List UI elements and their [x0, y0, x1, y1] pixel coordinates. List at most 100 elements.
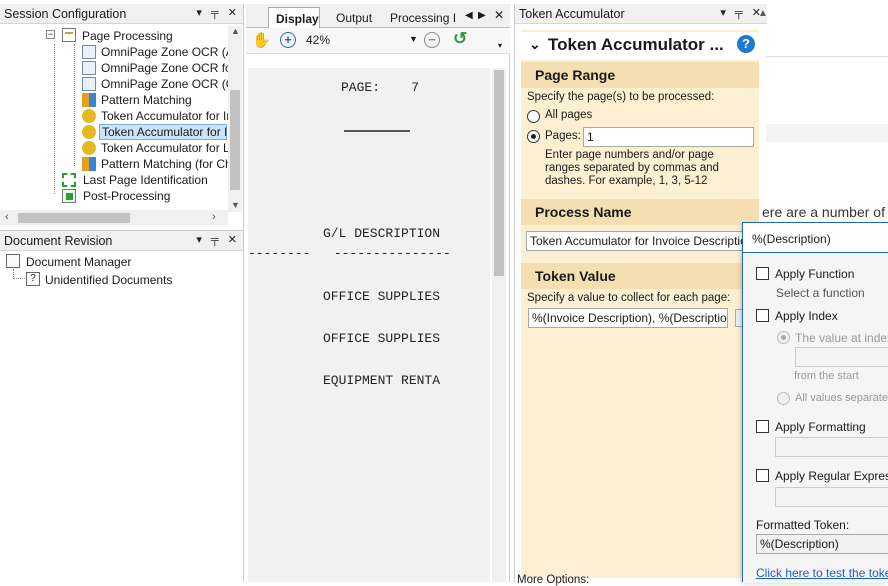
document-icon — [6, 254, 20, 268]
coin-icon — [82, 141, 96, 155]
regex-input[interactable] — [775, 487, 888, 507]
scroll-left-icon[interactable]: ‹ — [5, 211, 9, 223]
section-title: Page Range — [535, 67, 616, 83]
document-revision-pane: Document Revision ▾ ╤ ✕ Document Manager… — [0, 230, 244, 582]
index-input[interactable] — [795, 347, 888, 367]
tree-item-label: Token Accumulator for Inv — [99, 124, 228, 140]
ocr-icon — [82, 45, 96, 59]
value-at-index-radio[interactable] — [777, 331, 790, 344]
tree-item-ocr-1[interactable]: OmniPage Zone OCR (Alw — [82, 44, 228, 60]
zoom-in-icon[interactable]: + — [280, 32, 296, 48]
scrollbar-thumb[interactable] — [494, 70, 504, 276]
collapse-icon[interactable]: − — [46, 30, 55, 39]
formatted-token-label: Formatted Token: — [756, 518, 850, 532]
more-options-label: More Options: — [517, 574, 590, 586]
apply-function-label: Apply Function — [775, 267, 855, 281]
formatting-input[interactable] — [775, 437, 888, 457]
viewer-scrollbar[interactable] — [492, 68, 506, 582]
tab-label: Output — [336, 11, 373, 25]
zoom-dropdown-icon[interactable]: ▼ — [409, 34, 418, 44]
tab-label: Processing I — [390, 11, 457, 25]
pages-label: Pages: — [545, 130, 581, 142]
viewer-pane: Display Output Processing I ◀ ▶ ✕ ✋ + 42… — [246, 4, 510, 582]
all-values-radio[interactable] — [777, 392, 790, 405]
page-icon — [62, 28, 76, 42]
tree-item-token-acc-1[interactable]: Token Accumulator for Inv — [82, 108, 228, 124]
coin-icon — [82, 109, 96, 123]
tab-output[interactable]: Output — [330, 10, 378, 26]
close-icon[interactable]: ✕ — [494, 8, 504, 22]
help-icon[interactable]: ? — [737, 35, 755, 53]
all-pages-radio[interactable] — [527, 110, 540, 123]
pan-hand-icon[interactable]: ✋ — [252, 31, 271, 49]
tab-scroll-left-icon[interactable]: ◀ — [465, 10, 473, 21]
tree-item-ocr-2[interactable]: OmniPage Zone OCR for L — [82, 60, 228, 76]
divider — [766, 56, 888, 57]
process-name-heading: Process Name — [521, 199, 759, 225]
tree-item-document-manager[interactable]: Document Manager — [6, 254, 206, 270]
session-config-title: Session Configuration — [4, 7, 127, 21]
tab-processing[interactable]: Processing I — [386, 10, 458, 26]
zoom-level[interactable]: 42% — [306, 33, 330, 47]
tree-item-unidentified-documents[interactable]: ? Unidentified Documents — [26, 272, 226, 288]
test-token-link[interactable]: Click here to test the token — [756, 566, 888, 580]
apply-formatting-label: Apply Formatting — [775, 420, 866, 434]
document-revision-header: Document Revision ▾ ╤ ✕ — [0, 231, 243, 251]
toolbar-overflow-icon[interactable]: ▾ — [498, 41, 502, 50]
horizontal-scrollbar[interactable]: ‹ › — [0, 210, 228, 226]
apply-index-checkbox[interactable] — [756, 309, 769, 322]
tree-item-token-acc-2-selected[interactable]: Token Accumulator for Inv — [82, 124, 228, 140]
scroll-right-icon[interactable]: › — [212, 211, 216, 223]
last-page-icon — [62, 173, 76, 187]
apply-formatting-checkbox[interactable] — [756, 420, 769, 433]
token-value-input[interactable]: %(Invoice Description), %(Description) — [528, 308, 728, 328]
pane-controls[interactable]: ▾ ╤ ✕ — [196, 6, 240, 19]
tab-display[interactable]: Display — [268, 7, 320, 28]
select-function-label: Select a function — [776, 286, 865, 300]
tree-item-last-page[interactable]: Last Page Identification — [62, 172, 230, 188]
scroll-up-icon[interactable]: ▲ — [758, 8, 768, 19]
tree-item-token-acc-3[interactable]: Token Accumulator for Leg — [82, 140, 228, 156]
tree-item-pattern-matching-checks[interactable]: Pattern Matching (for Chec — [82, 156, 228, 172]
tree-line — [13, 269, 25, 279]
session-config-pane: Session Configuration ▾ ╤ ✕ − Page Proce… — [0, 4, 244, 230]
tree-item-post-processing[interactable]: Post-Processing — [62, 188, 230, 204]
page-range-heading: Page Range — [521, 62, 759, 88]
process-name-input[interactable]: Token Accumulator for Invoice Descriptio… — [526, 231, 746, 251]
tree-item-label: Post-Processing — [83, 189, 171, 203]
document-revision-title: Document Revision — [4, 234, 113, 248]
scroll-down-icon[interactable]: ▼ — [231, 200, 240, 210]
ocr-icon — [82, 77, 96, 91]
zoom-out-icon[interactable]: − — [424, 32, 440, 48]
token-value-heading: Token Value — [521, 263, 759, 289]
pages-radio[interactable] — [527, 130, 540, 143]
ocr-icon — [82, 61, 96, 75]
apply-regex-checkbox[interactable] — [756, 469, 769, 482]
popup-header: %(Description) — [743, 223, 888, 253]
tree-item-label: Unidentified Documents — [45, 273, 173, 287]
scrollbar-thumb[interactable] — [18, 213, 130, 223]
page-range-hint: Enter page numbers and/or page ranges se… — [545, 149, 719, 187]
collapse-chevron-icon[interactable]: ⌄ — [529, 36, 541, 53]
tree-item-page-processing[interactable]: − Page Processing — [46, 28, 236, 44]
tree-line — [54, 44, 55, 194]
background-text: ere are a number of — [762, 204, 885, 220]
pane-controls[interactable]: ▾ ╤ ✕ — [196, 233, 240, 246]
pages-input[interactable]: 1 — [583, 127, 754, 147]
tree-item-label: OmniPage Zone OCR (Alw — [101, 45, 228, 59]
vertical-scrollbar[interactable]: ▲ ▼ — [228, 26, 242, 212]
formatted-token-output: %(Description) — [756, 534, 888, 554]
apply-function-checkbox[interactable] — [756, 267, 769, 280]
scroll-up-icon[interactable]: ▲ — [231, 26, 240, 36]
value-at-index-label: The value at index: — [795, 331, 888, 345]
tree-item-label: Token Accumulator for Leg — [101, 141, 228, 155]
tab-scroll-right-icon[interactable]: ▶ — [478, 10, 486, 21]
doc-line: EQUIPMENT RENTA — [323, 373, 441, 388]
doc-rule: -------- --------------- — [248, 246, 451, 261]
scrollbar-thumb[interactable] — [230, 90, 240, 190]
tree-item-ocr-3[interactable]: OmniPage Zone OCR (On — [82, 76, 228, 92]
tree-item-pattern-matching[interactable]: Pattern Matching — [82, 92, 228, 108]
rotate-icon[interactable]: ↺ — [453, 29, 467, 49]
doc-page-number: PAGE: 7 — [341, 80, 420, 95]
tab-label: Display — [276, 12, 319, 26]
